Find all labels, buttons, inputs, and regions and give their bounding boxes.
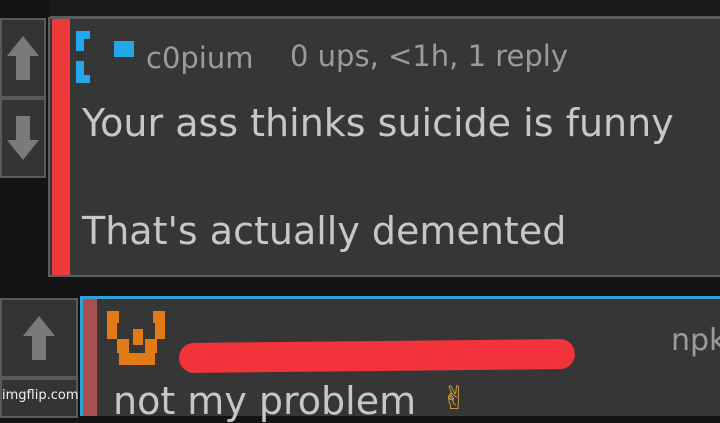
thread-depth-bar — [83, 299, 97, 416]
comment-body-line: not my problem — [113, 379, 417, 423]
reply-card: npk not my problem ✌ — [80, 296, 720, 423]
upvote-button[interactable] — [0, 18, 46, 98]
arrow-down-icon — [7, 116, 39, 160]
downvote-button[interactable] — [0, 98, 46, 178]
user-avatar[interactable] — [76, 31, 138, 83]
arrow-up-icon — [7, 36, 39, 80]
comment-body-line: Your ass thinks suicide is funny — [82, 101, 674, 145]
watermark: imgflip.com — [2, 388, 79, 403]
comment-body-line: That's actually demented — [82, 209, 567, 253]
arrow-up-icon — [23, 316, 55, 360]
redaction-scribble — [178, 338, 576, 374]
comment-meta: 0 ups, <1h, 1 reply — [290, 39, 568, 73]
comment-username[interactable]: c0pium — [146, 41, 254, 75]
comment-username[interactable]: npk — [671, 323, 720, 358]
victory-hand-emoji-icon: ✌ — [441, 379, 468, 417]
previous-comment-edge — [50, 0, 720, 18]
comment-card: c0pium 0 ups, <1h, 1 reply Your ass thin… — [48, 17, 720, 277]
upvote-button[interactable] — [0, 298, 78, 378]
user-avatar[interactable] — [107, 311, 167, 367]
thread-depth-bar — [52, 19, 70, 275]
